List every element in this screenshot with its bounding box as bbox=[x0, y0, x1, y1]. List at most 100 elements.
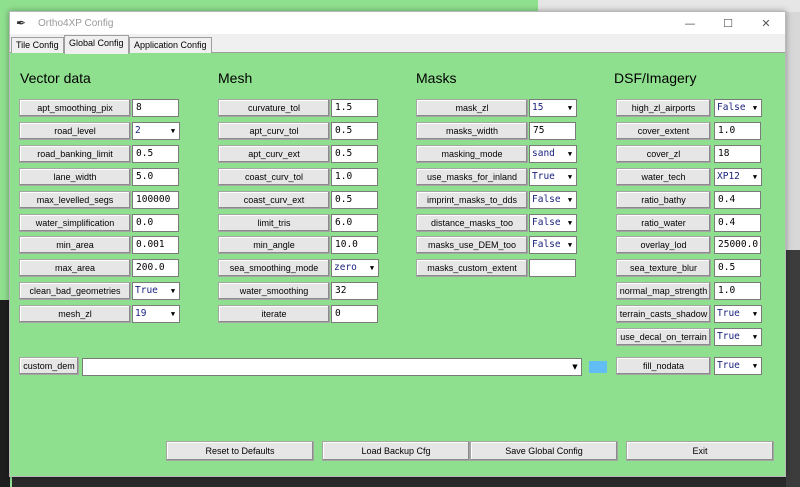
masks-use-dem-too-combobox[interactable]: False ▼ bbox=[529, 236, 577, 254]
road-level-button[interactable]: road_level bbox=[19, 122, 131, 140]
distance-masks-too-button[interactable]: distance_masks_too bbox=[416, 214, 528, 232]
cover-extent-field[interactable]: 1.0 bbox=[714, 122, 761, 140]
min-angle-button[interactable]: min_angle bbox=[218, 236, 330, 254]
cover-extent-button[interactable]: cover_extent bbox=[616, 122, 711, 140]
apt-curv-ext-field[interactable]: 0.5 bbox=[331, 145, 378, 163]
mask-zl-button[interactable]: mask_zl bbox=[416, 99, 528, 117]
tab-application-config[interactable]: Application Config bbox=[129, 37, 212, 53]
fill-nodata-button[interactable]: fill_nodata bbox=[616, 357, 711, 375]
title-bar[interactable]: ✒ Ortho4XP Config — ☐ ✕ bbox=[10, 12, 785, 34]
sea-smoothing-mode-combobox[interactable]: zero ▼ bbox=[331, 259, 379, 277]
water-simplification-button[interactable]: water_simplification bbox=[19, 214, 131, 232]
custom-dem-button[interactable]: custom_dem bbox=[19, 357, 79, 375]
water-tech-combobox[interactable]: XP12 ▼ bbox=[714, 168, 762, 186]
normal-map-strength-field[interactable]: 1.0 bbox=[714, 282, 761, 300]
maximize-button[interactable]: ☐ bbox=[709, 12, 747, 34]
chevron-down-icon[interactable]: ▼ bbox=[565, 216, 575, 230]
water-smoothing-field[interactable]: 32 bbox=[331, 282, 378, 300]
max-levelled-segs-field[interactable]: 100000 bbox=[132, 191, 179, 209]
apt-curv-tol-button[interactable]: apt_curv_tol bbox=[218, 122, 330, 140]
clean-bad-geometries-combobox[interactable]: True ▼ bbox=[132, 282, 180, 300]
apt-smoothing-pix-button[interactable]: apt_smoothing_pix bbox=[19, 99, 131, 117]
terrain-casts-shadow-combobox[interactable]: True ▼ bbox=[714, 305, 762, 323]
use-decal-on-terrain-button[interactable]: use_decal_on_terrain bbox=[616, 328, 711, 346]
masking-mode-button[interactable]: masking_mode bbox=[416, 145, 528, 163]
high-zl-airports-button[interactable]: high_zl_airports bbox=[616, 99, 711, 117]
road-banking-limit-field[interactable]: 0.5 bbox=[132, 145, 179, 163]
normal-map-strength-button[interactable]: normal_map_strength bbox=[616, 282, 711, 300]
apt-curv-ext-button[interactable]: apt_curv_ext bbox=[218, 145, 330, 163]
imprint-masks-to-dds-combobox[interactable]: False ▼ bbox=[529, 191, 577, 209]
chevron-down-icon[interactable]: ▼ bbox=[168, 124, 178, 138]
coast-curv-tol-field[interactable]: 1.0 bbox=[331, 168, 378, 186]
chevron-down-icon[interactable]: ▼ bbox=[565, 101, 575, 115]
coast-curv-ext-field[interactable]: 0.5 bbox=[331, 191, 378, 209]
iterate-field[interactable]: 0 bbox=[331, 305, 378, 323]
chevron-down-icon[interactable]: ▼ bbox=[168, 307, 178, 321]
mesh-zl-combobox[interactable]: 19 ▼ bbox=[132, 305, 180, 323]
mesh-zl-button[interactable]: mesh_zl bbox=[19, 305, 131, 323]
custom-dem-combobox[interactable]: ▼ bbox=[82, 358, 582, 376]
cover-zl-field[interactable]: 18 bbox=[714, 145, 761, 163]
apt-curv-tol-field[interactable]: 0.5 bbox=[331, 122, 378, 140]
sea-smoothing-mode-button[interactable]: sea_smoothing_mode bbox=[218, 259, 330, 277]
water-tech-button[interactable]: water_tech bbox=[616, 168, 711, 186]
iterate-button[interactable]: iterate bbox=[218, 305, 330, 323]
max-area-button[interactable]: max_area bbox=[19, 259, 131, 277]
min-area-button[interactable]: min_area bbox=[19, 236, 131, 254]
masks-width-field[interactable]: 75 bbox=[529, 122, 576, 140]
chevron-down-icon[interactable]: ▼ bbox=[750, 170, 760, 184]
save-global-config-button[interactable]: Save Global Config bbox=[470, 441, 618, 461]
max-area-field[interactable]: 200.0 bbox=[132, 259, 179, 277]
min-area-field[interactable]: 0.001 bbox=[132, 236, 179, 254]
coast-curv-tol-button[interactable]: coast_curv_tol bbox=[218, 168, 330, 186]
ratio-bathy-field[interactable]: 0.4 bbox=[714, 191, 761, 209]
high-zl-airports-combobox[interactable]: False ▼ bbox=[714, 99, 762, 117]
terrain-casts-shadow-button[interactable]: terrain_casts_shadow bbox=[616, 305, 711, 323]
road-level-combobox[interactable]: 2 ▼ bbox=[132, 122, 180, 140]
minimize-button[interactable]: — bbox=[671, 12, 709, 34]
lane-width-field[interactable]: 5.0 bbox=[132, 168, 179, 186]
chevron-down-icon[interactable]: ▼ bbox=[750, 359, 760, 373]
chevron-down-icon[interactable]: ▼ bbox=[750, 307, 760, 321]
overlay-lod-button[interactable]: overlay_lod bbox=[616, 236, 711, 254]
use-masks-for-inland-combobox[interactable]: True ▼ bbox=[529, 168, 577, 186]
mask-zl-combobox[interactable]: 15 ▼ bbox=[529, 99, 577, 117]
chevron-down-icon[interactable]: ▼ bbox=[750, 330, 760, 344]
road-banking-limit-button[interactable]: road_banking_limit bbox=[19, 145, 131, 163]
chevron-down-icon[interactable]: ▼ bbox=[750, 101, 760, 115]
chevron-down-icon[interactable]: ▼ bbox=[565, 170, 575, 184]
coast-curv-ext-button[interactable]: coast_curv_ext bbox=[218, 191, 330, 209]
exit-button[interactable]: Exit bbox=[626, 441, 774, 461]
load-backup-cfg-button[interactable]: Load Backup Cfg bbox=[322, 441, 470, 461]
chevron-down-icon[interactable]: ▼ bbox=[570, 360, 580, 374]
lane-width-button[interactable]: lane_width bbox=[19, 168, 131, 186]
overlay-lod-field[interactable]: 25000.0 bbox=[714, 236, 761, 254]
tab-global-config[interactable]: Global Config bbox=[64, 35, 129, 54]
chevron-down-icon[interactable]: ▼ bbox=[367, 261, 377, 275]
masking-mode-combobox[interactable]: sand ▼ bbox=[529, 145, 577, 163]
sea-texture-blur-field[interactable]: 0.5 bbox=[714, 259, 761, 277]
distance-masks-too-combobox[interactable]: False ▼ bbox=[529, 214, 577, 232]
sea-texture-blur-button[interactable]: sea_texture_blur bbox=[616, 259, 711, 277]
imprint-masks-to-dds-button[interactable]: imprint_masks_to_dds bbox=[416, 191, 528, 209]
close-button[interactable]: ✕ bbox=[747, 12, 785, 34]
chevron-down-icon[interactable]: ▼ bbox=[565, 238, 575, 252]
ratio-water-button[interactable]: ratio_water bbox=[616, 214, 711, 232]
use-masks-for-inland-button[interactable]: use_masks_for_inland bbox=[416, 168, 528, 186]
max-levelled-segs-button[interactable]: max_levelled_segs bbox=[19, 191, 131, 209]
water-smoothing-button[interactable]: water_smoothing bbox=[218, 282, 330, 300]
masks-use-dem-too-button[interactable]: masks_use_DEM_too bbox=[416, 236, 528, 254]
reset-to-defaults-button[interactable]: Reset to Defaults bbox=[166, 441, 314, 461]
curvature-tol-button[interactable]: curvature_tol bbox=[218, 99, 330, 117]
limit-tris-button[interactable]: limit_tris bbox=[218, 214, 330, 232]
limit-tris-field[interactable]: 6.0 bbox=[331, 214, 378, 232]
cover-zl-button[interactable]: cover_zl bbox=[616, 145, 711, 163]
water-simplification-field[interactable]: 0.0 bbox=[132, 214, 179, 232]
ratio-water-field[interactable]: 0.4 bbox=[714, 214, 761, 232]
masks-width-button[interactable]: masks_width bbox=[416, 122, 528, 140]
masks-custom-extent-field[interactable] bbox=[529, 259, 576, 277]
ratio-bathy-button[interactable]: ratio_bathy bbox=[616, 191, 711, 209]
min-angle-field[interactable]: 10.0 bbox=[331, 236, 378, 254]
fill-nodata-combobox[interactable]: True ▼ bbox=[714, 357, 762, 375]
